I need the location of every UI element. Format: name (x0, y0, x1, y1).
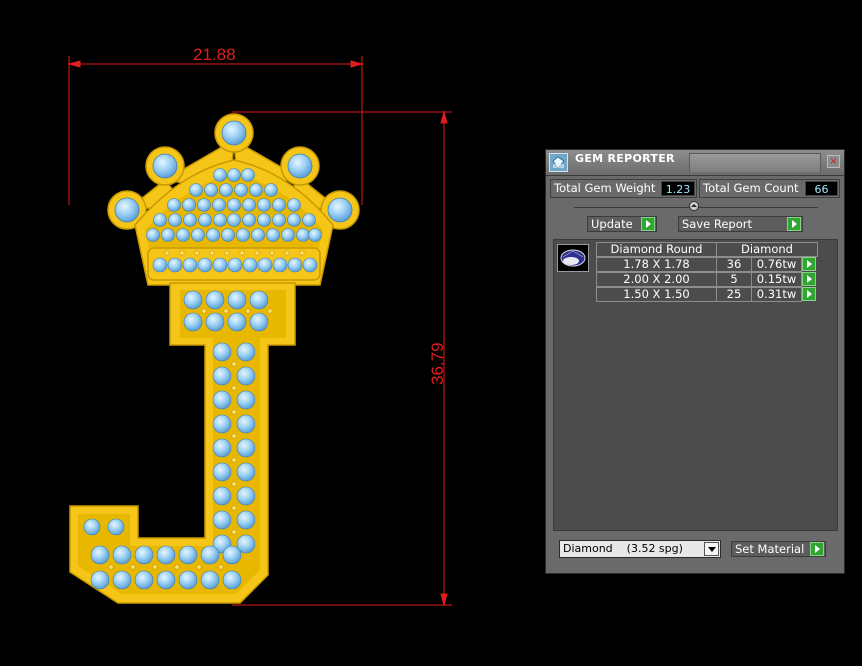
row-play-icon[interactable] (802, 287, 816, 301)
material-select-value: Diamond (3.52 spg) (563, 542, 683, 555)
panel-titlebar[interactable]: GEM REPORTER × (546, 150, 844, 176)
close-icon[interactable]: × (827, 155, 840, 168)
table-header-shape: Diamond Round (596, 242, 717, 257)
update-play-icon[interactable] (641, 217, 655, 231)
width-dimension-label: 21.88 (193, 45, 236, 64)
chevron-down-icon[interactable] (704, 542, 719, 556)
title-tab (689, 153, 821, 172)
row-size: 2.00 X 2.00 (596, 272, 717, 287)
gem-reporter-app-icon (549, 153, 568, 172)
row-count: 36 (716, 257, 752, 272)
divider-slider-handle[interactable] (689, 201, 699, 211)
save-report-play-icon[interactable] (787, 217, 801, 231)
row-count: 5 (716, 272, 752, 287)
row-size: 1.50 X 1.50 (596, 287, 717, 302)
row-weight: 0.15tw (751, 272, 802, 287)
gem-list-area[interactable]: Diamond Round Diamond 1.78 X 1.78 36 0.7… (553, 239, 838, 531)
update-button-label: Update (591, 217, 633, 231)
total-weight-value: 1.23 (661, 181, 695, 196)
round-diamond-icon (557, 244, 589, 272)
set-material-button-label: Set Material (735, 542, 805, 556)
row-weight: 0.31tw (751, 287, 802, 302)
height-dimension-label: 36.79 (428, 342, 447, 385)
gem-reporter-panel: GEM REPORTER × Total Gem Weight 1.23 Tot… (545, 149, 845, 574)
set-material-play-icon[interactable] (810, 542, 824, 556)
total-weight-label: Total Gem Weight (554, 181, 656, 195)
save-report-button-label: Save Report (682, 217, 753, 231)
material-select[interactable]: Diamond (3.52 spg) (559, 540, 721, 558)
panel-title: GEM REPORTER (575, 152, 675, 165)
row-count: 25 (716, 287, 752, 302)
total-count-label: Total Gem Count (703, 181, 799, 195)
row-size: 1.78 X 1.78 (596, 257, 717, 272)
row-weight: 0.76tw (751, 257, 802, 272)
save-report-button[interactable]: Save Report (678, 216, 803, 232)
pave-stones (83, 168, 322, 590)
row-play-icon[interactable] (802, 257, 816, 271)
table-header-material: Diamond (716, 242, 818, 257)
row-play-icon[interactable] (802, 272, 816, 286)
total-count-value: 66 (805, 181, 838, 196)
